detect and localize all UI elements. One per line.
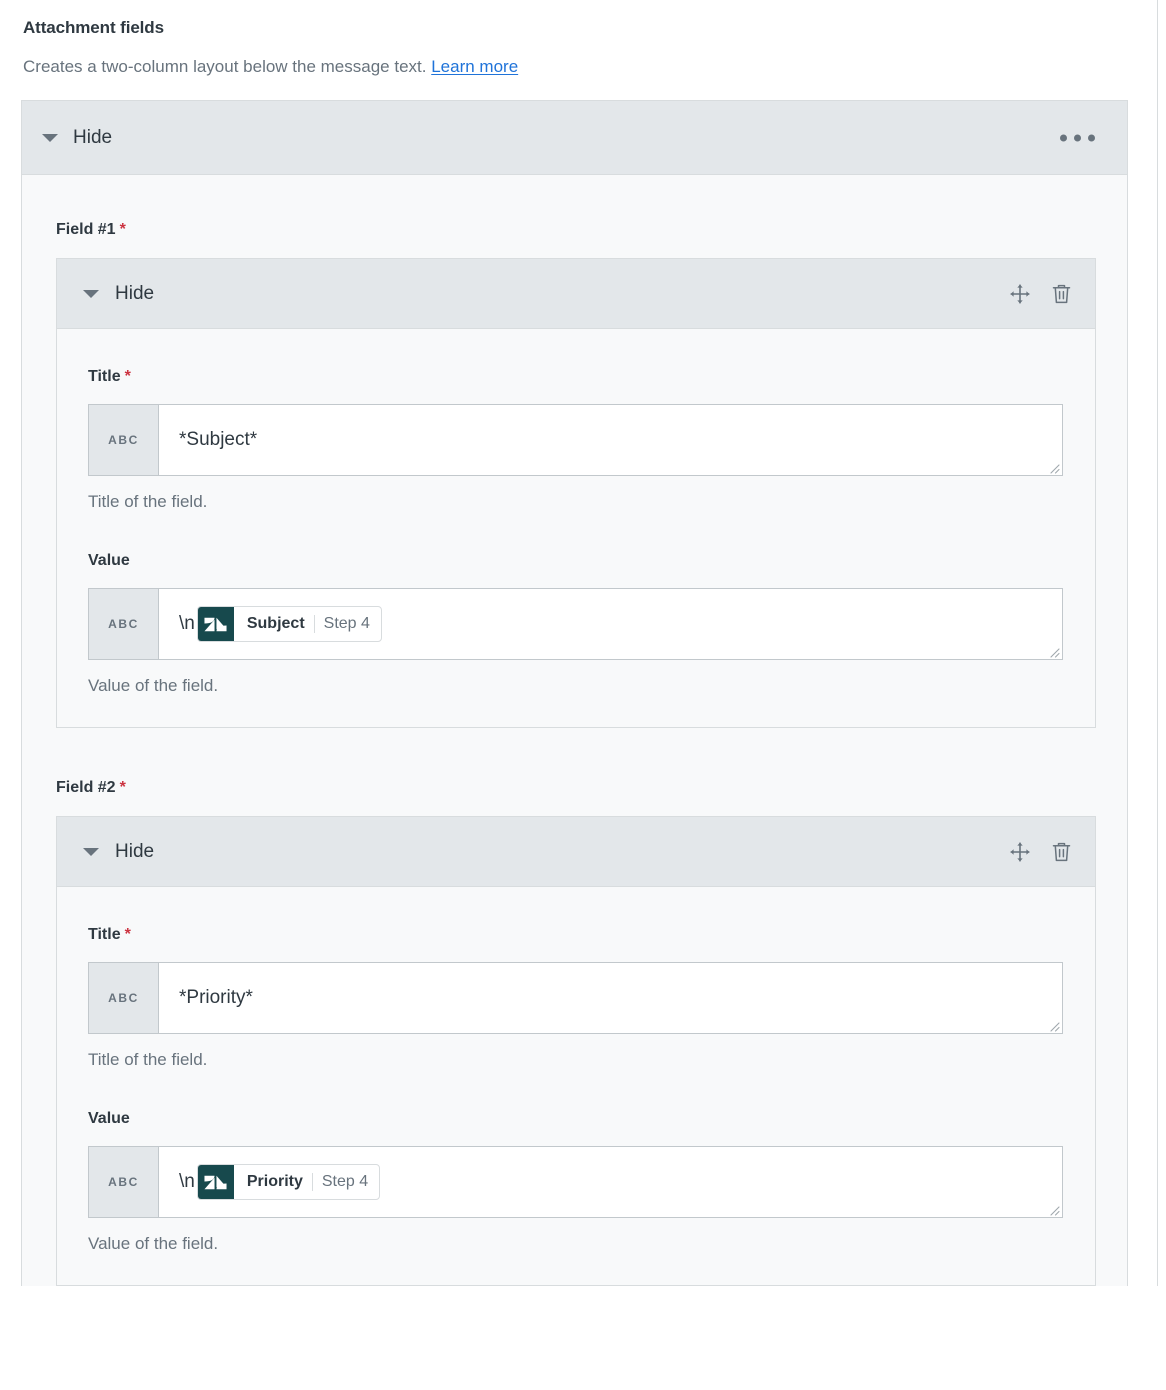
field-group: Field #2 * Hide Title * ABC *Priority* T…	[22, 728, 1127, 1286]
value-label-text: Value	[88, 1110, 130, 1127]
value-input-content: \n	[179, 1164, 381, 1200]
variable-token[interactable]: Priority Step 4	[196, 1164, 381, 1200]
zendesk-logo-icon	[197, 607, 234, 641]
learn-more-link[interactable]: Learn more	[431, 57, 518, 76]
resize-grip-icon[interactable]	[1046, 1202, 1060, 1216]
value-label: Value	[88, 1071, 1065, 1129]
token-step: Step 4	[323, 615, 370, 632]
title-input-value: *Priority*	[179, 987, 253, 1008]
field-card-header[interactable]: Hide	[57, 259, 1095, 329]
field-group-label: Field #2 *	[56, 728, 1127, 798]
attachment-fields-panel: Hide Field #1 * Hide Title * ABC *Subjec…	[21, 100, 1128, 1286]
value-input[interactable]: \n	[159, 589, 1062, 659]
field-group-label-text: Field #1	[56, 221, 116, 238]
required-asterisk: *	[124, 368, 131, 385]
title-input[interactable]: *Priority*	[159, 963, 1062, 1033]
variable-token[interactable]: Subject Step 4	[196, 606, 382, 642]
title-input-row: ABC *Priority*	[88, 962, 1063, 1034]
resize-grip-icon[interactable]	[1046, 644, 1060, 658]
value-hint: Value of the field.	[88, 1234, 219, 1253]
required-asterisk: *	[124, 926, 131, 943]
field-group-label-text: Field #2	[56, 779, 116, 796]
value-label: Value	[88, 513, 1065, 571]
chevron-down-icon[interactable]	[83, 289, 99, 298]
field-toggle-label: Hide	[115, 840, 155, 862]
chevron-down-icon[interactable]	[83, 847, 99, 856]
value-input-content: \n	[179, 606, 382, 642]
drag-handle-icon[interactable]	[1008, 840, 1032, 864]
type-prefix-abc: ABC	[89, 405, 159, 475]
required-asterisk: *	[119, 221, 126, 238]
token-step: Step 4	[321, 1173, 369, 1190]
zendesk-logo-icon	[197, 1165, 234, 1199]
title-label-text: Title	[88, 368, 121, 385]
type-prefix-abc: ABC	[89, 1147, 159, 1217]
field-card: Hide	[56, 258, 1096, 728]
field-card-header[interactable]: Hide	[57, 817, 1095, 887]
panel-toggle-label: Hide	[73, 126, 113, 148]
section-description: Creates a two-column layout below the me…	[0, 39, 1158, 79]
value-input-row: ABC \n	[88, 1146, 1063, 1218]
chevron-down-icon[interactable]	[42, 133, 58, 142]
resize-grip-icon[interactable]	[1046, 1018, 1060, 1032]
section-description-text: Creates a two-column layout below the me…	[23, 57, 427, 76]
panel-body: Field #1 * Hide Title * ABC *Subject* Ti…	[22, 175, 1127, 1286]
field-card-body: Title * ABC *Priority* Title of the field…	[57, 887, 1095, 1285]
delete-field-icon[interactable]	[1049, 840, 1073, 864]
required-asterisk: *	[119, 779, 126, 796]
field-toggle-label: Hide	[115, 282, 155, 304]
kebab-menu-icon[interactable]	[1060, 134, 1095, 141]
field-group-label: Field #1 *	[56, 175, 1127, 240]
field-card-actions	[1008, 840, 1073, 864]
title-label-text: Title	[88, 926, 121, 943]
value-label-text: Value	[88, 552, 130, 569]
attachment-fields-page: Attachment fields Creates a two-column l…	[0, 0, 1158, 1286]
resize-grip-icon[interactable]	[1046, 460, 1060, 474]
value-literal-text: \n	[179, 1171, 195, 1192]
token-name: Subject	[246, 615, 305, 632]
title-hint: Title of the field.	[88, 1050, 208, 1069]
type-prefix-abc: ABC	[89, 963, 159, 1033]
title-input-value: *Subject*	[179, 429, 258, 450]
type-prefix-abc: ABC	[89, 589, 159, 659]
field-card-actions	[1008, 282, 1073, 306]
delete-field-icon[interactable]	[1049, 282, 1073, 306]
token-name: Priority	[246, 1173, 303, 1190]
field-group: Field #1 * Hide Title * ABC *Subject* Ti…	[22, 175, 1127, 728]
title-label: Title *	[88, 329, 1065, 387]
page-right-divider	[1157, 0, 1158, 1286]
title-input-row: ABC *Subject*	[88, 404, 1063, 476]
value-hint: Value of the field.	[88, 676, 219, 695]
value-literal-text: \n	[179, 613, 195, 634]
value-input-row: ABC \n	[88, 588, 1063, 660]
panel-header[interactable]: Hide	[22, 101, 1127, 175]
field-card: Hide	[56, 816, 1096, 1286]
drag-handle-icon[interactable]	[1008, 282, 1032, 306]
title-hint: Title of the field.	[88, 492, 208, 511]
value-input[interactable]: \n	[159, 1147, 1062, 1217]
title-input[interactable]: *Subject*	[159, 405, 1062, 475]
title-label: Title *	[88, 887, 1065, 945]
page-title: Attachment fields	[23, 18, 164, 37]
field-card-body: Title * ABC *Subject* Title of the field.…	[57, 329, 1095, 727]
